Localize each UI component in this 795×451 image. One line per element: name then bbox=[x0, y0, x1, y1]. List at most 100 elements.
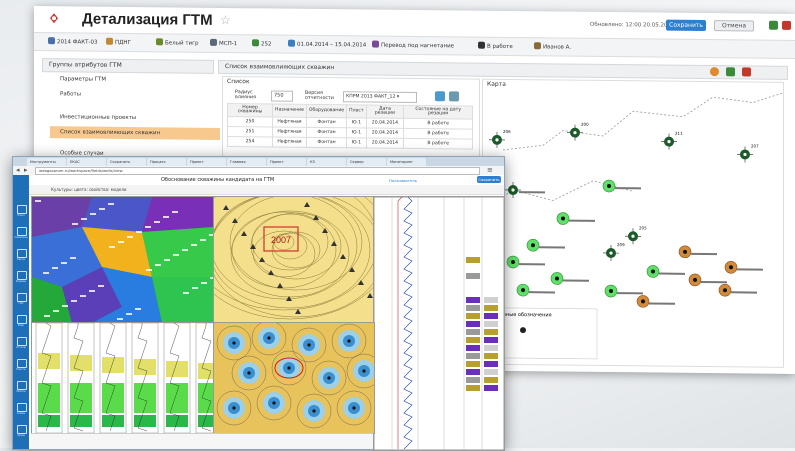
app-sidebar-icon[interactable] bbox=[17, 403, 27, 412]
correlation-pane[interactable] bbox=[31, 322, 215, 434]
table-cell: 20.04.2014 bbox=[366, 138, 404, 148]
app-logo-icon bbox=[48, 12, 58, 22]
table-cell: Фонтан bbox=[306, 137, 346, 147]
app-sidebar-icon[interactable] bbox=[17, 337, 27, 346]
sidebar-item[interactable]: Инвестиционные проекты bbox=[60, 114, 136, 121]
browser-tab[interactable]: Инструменты bbox=[27, 158, 66, 166]
toolbar-item[interactable]: Перевод под нагнетание bbox=[372, 41, 454, 50]
toolbar-item-label: 01.04.2014 – 15.04.2014 bbox=[297, 42, 366, 49]
sidebar-item[interactable]: Параметры ГТМ bbox=[60, 76, 106, 82]
save-button[interactable]: Сохранить bbox=[666, 20, 706, 31]
add-well-icon[interactable] bbox=[726, 67, 735, 76]
toolbar-item[interactable]: 01.04.2014 – 15.04.2014 bbox=[288, 40, 366, 49]
version-select-value: КПРМ 2013 ФАКТ_12 bbox=[346, 94, 395, 100]
toolbar-item[interactable]: МСП-1 bbox=[210, 39, 237, 47]
app-sidebar-icon[interactable] bbox=[17, 205, 27, 214]
toolbar-item-icon bbox=[156, 38, 163, 45]
table-cell: В работе bbox=[404, 128, 473, 139]
facies-map-pane[interactable] bbox=[31, 196, 215, 324]
export-icon[interactable] bbox=[782, 21, 791, 30]
toolbar-item[interactable]: Белый тигр bbox=[156, 38, 199, 46]
well-marker[interactable] bbox=[719, 284, 757, 296]
well-marker[interactable] bbox=[647, 265, 685, 277]
column-header[interactable]: Оборудование bbox=[306, 104, 346, 117]
browser-tab[interactable]: Сохранить bbox=[107, 158, 146, 166]
column-header[interactable]: Номер скважины bbox=[228, 104, 273, 117]
well-marker[interactable] bbox=[679, 246, 717, 258]
back-arrow-icon[interactable]: ◂ bbox=[16, 166, 20, 174]
column-header[interactable]: Состояние на дату резации bbox=[404, 105, 473, 119]
forward-arrow-icon[interactable]: ▸ bbox=[24, 166, 28, 174]
app-sidebar-label: Скважины bbox=[14, 236, 28, 239]
browser-tab[interactable]: Мониторинг bbox=[387, 158, 426, 166]
print-icon[interactable] bbox=[449, 91, 459, 101]
toolbar-item[interactable]: 2014 ФАКТ-03 bbox=[48, 37, 98, 46]
bubble-map-pane[interactable] bbox=[213, 322, 375, 434]
app-sidebar-icon[interactable] bbox=[17, 315, 27, 324]
column-header[interactable]: Пласт bbox=[347, 105, 366, 118]
tools-icon[interactable] bbox=[769, 21, 778, 30]
well-marker[interactable]: 205 bbox=[625, 225, 647, 244]
well-marker[interactable] bbox=[551, 272, 589, 284]
remove-well-icon[interactable] bbox=[742, 67, 751, 76]
browser-tab[interactable]: Сервер bbox=[347, 158, 386, 166]
app-sidebar-icon[interactable] bbox=[17, 227, 27, 236]
toolbar-item-label: ПДНГ bbox=[115, 40, 131, 46]
table-row[interactable]: 254НефтянаяФонтанЮ-120.04.2014В работе bbox=[228, 137, 473, 150]
browser-tab[interactable]: Главная bbox=[227, 158, 266, 166]
well-marker[interactable]: 206 bbox=[489, 129, 511, 148]
favorite-star-icon[interactable]: ☆ bbox=[220, 13, 231, 27]
well-marker[interactable] bbox=[527, 239, 565, 251]
sidebar-item[interactable]: Работы bbox=[60, 91, 81, 97]
well-map[interactable]: 206200211207205209Условные обозначения bbox=[483, 90, 783, 367]
column-header[interactable]: Дата резации bbox=[366, 105, 404, 118]
well-marker[interactable] bbox=[505, 182, 545, 198]
basket-icon[interactable] bbox=[710, 67, 719, 76]
menu-icon[interactable]: ≡ bbox=[487, 166, 493, 174]
well-marker[interactable] bbox=[637, 295, 675, 307]
table-cell: Нефтяная bbox=[273, 137, 307, 147]
well-label: 200 bbox=[581, 122, 589, 127]
app-sidebar-icon[interactable] bbox=[17, 359, 27, 368]
cancel-button[interactable]: Отмена bbox=[714, 20, 754, 31]
refresh-icon[interactable] bbox=[435, 91, 445, 101]
app-sidebar-icon[interactable] bbox=[17, 271, 27, 280]
attribute-groups-header: Группы атрибутов ГТМ bbox=[42, 58, 214, 74]
toolbar-item[interactable]: 252 bbox=[252, 39, 272, 47]
well-log-pane[interactable] bbox=[373, 196, 505, 451]
toolbar-item[interactable]: Иванов А. bbox=[534, 42, 571, 50]
app-sidebar-icon[interactable] bbox=[17, 381, 27, 390]
radius-input[interactable]: 750 bbox=[271, 90, 293, 101]
well-marker[interactable] bbox=[689, 274, 727, 286]
toolbar-item[interactable]: В работе bbox=[478, 42, 513, 50]
version-select[interactable]: КПРМ 2013 ФАКТ_12 ▾ bbox=[343, 91, 417, 103]
browser-tab[interactable]: Процесс bbox=[147, 158, 186, 166]
app-sidebar-icon[interactable] bbox=[17, 249, 27, 258]
well-marker[interactable]: 209 bbox=[603, 242, 625, 261]
browser-tab[interactable]: Проект bbox=[187, 158, 226, 166]
app-sidebar-icon[interactable] bbox=[17, 425, 27, 434]
toolbar-item-icon bbox=[478, 42, 485, 49]
table-cell: 250 bbox=[228, 117, 273, 127]
app-sidebar-label: Отчеты bbox=[14, 346, 28, 349]
browser-tab[interactable]: Проект bbox=[267, 158, 306, 166]
sidebar-item[interactable]: Список взаимовлияющих скважин bbox=[60, 129, 160, 136]
well-marker[interactable] bbox=[517, 284, 555, 296]
column-header[interactable]: Назначение bbox=[273, 104, 307, 117]
toolbar-item[interactable]: ПДНГ bbox=[106, 38, 131, 46]
app-save-button[interactable]: Сохранить bbox=[477, 176, 501, 183]
app-sidebar-icon[interactable] bbox=[17, 293, 27, 302]
url-field[interactable]: webgazprom.ru/workspace/fields/wells/vie… bbox=[35, 167, 480, 175]
well-marker[interactable]: 200 bbox=[567, 122, 589, 141]
contour-map-pane[interactable]: 2007 bbox=[213, 196, 375, 324]
well-marker[interactable]: 207 bbox=[737, 143, 759, 162]
well-marker[interactable] bbox=[725, 261, 763, 273]
app-title: Обоснование скважины кандидата на ГТМ bbox=[161, 177, 274, 183]
well-marker[interactable] bbox=[603, 180, 641, 192]
well-marker[interactable] bbox=[605, 285, 643, 297]
well-marker[interactable] bbox=[557, 212, 595, 224]
well-marker[interactable] bbox=[507, 256, 545, 268]
browser-tab[interactable]: ЕКАС bbox=[67, 158, 106, 166]
well-marker[interactable]: 211 bbox=[661, 131, 683, 150]
browser-tab[interactable]: КЗ bbox=[307, 158, 346, 166]
